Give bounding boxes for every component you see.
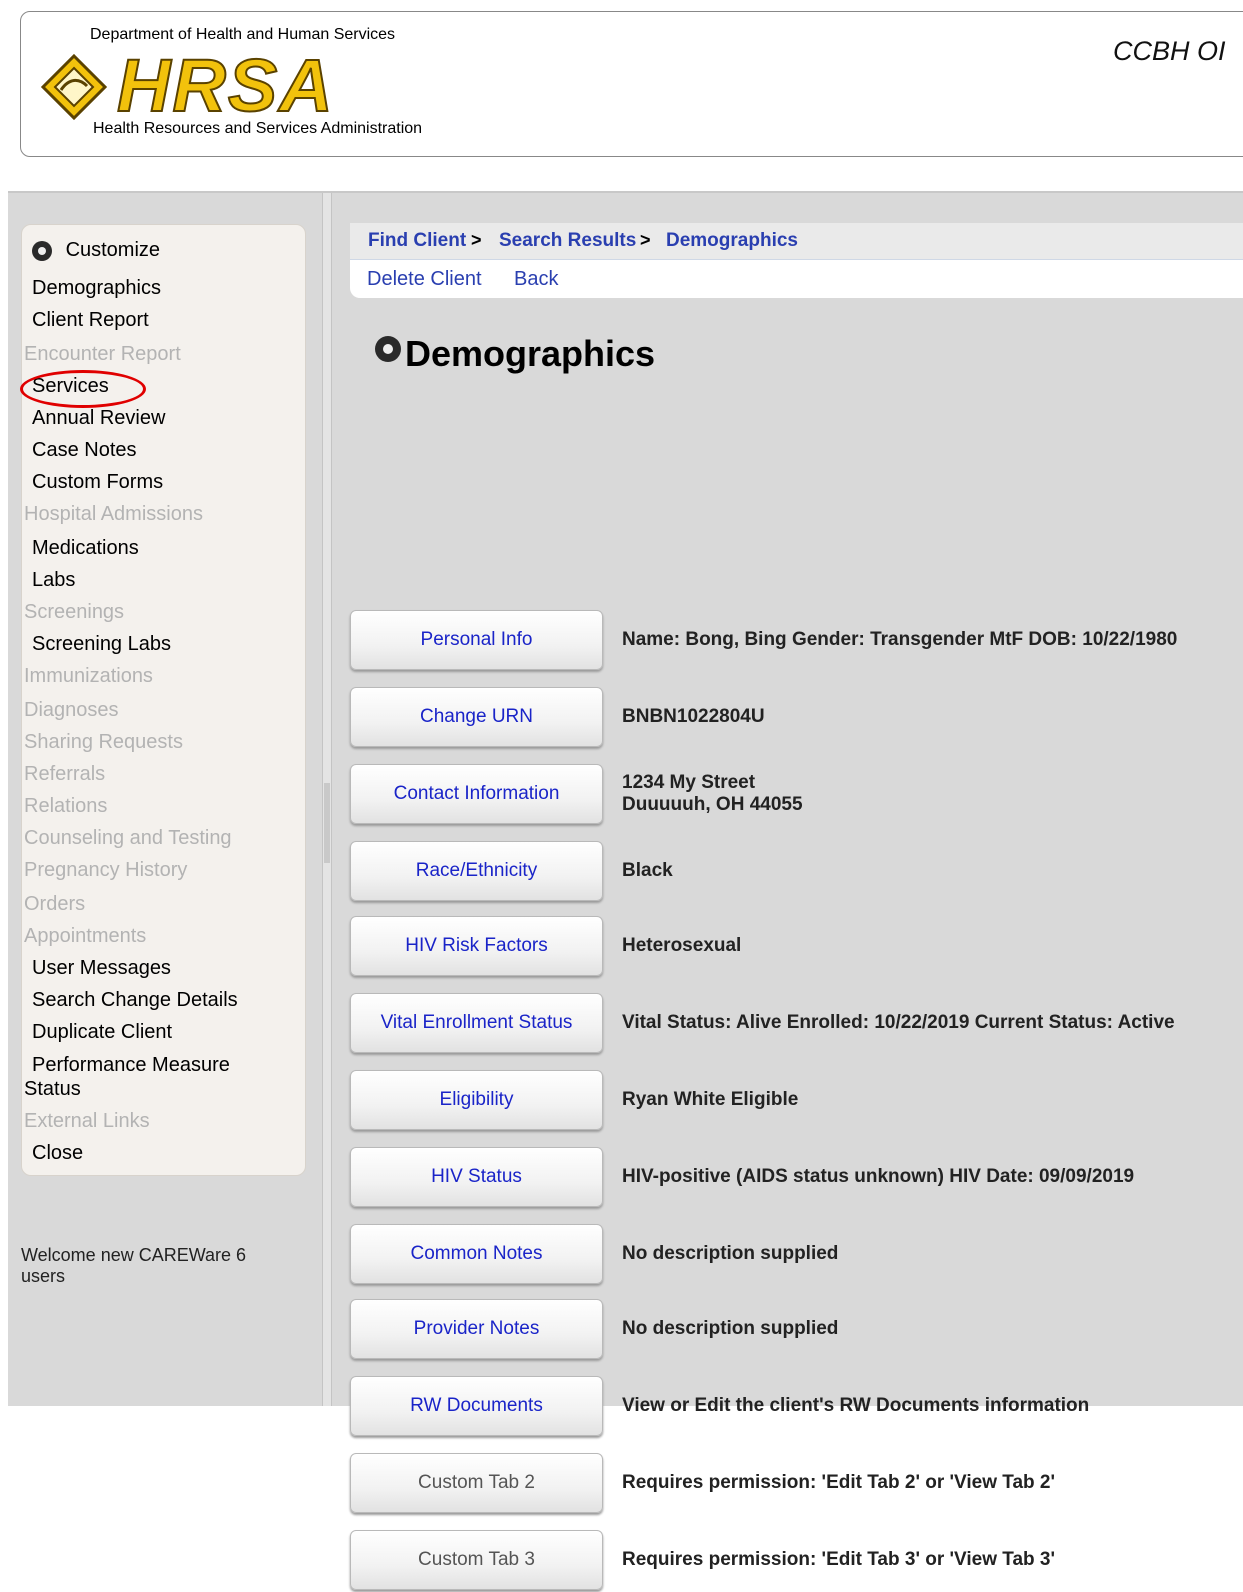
action-bar: Delete Client Back xyxy=(350,260,1243,298)
nav-demographics[interactable]: Demographics xyxy=(32,277,161,300)
nav-performance-measure-status[interactable]: Status xyxy=(24,1078,81,1101)
nav-counseling-testing: Counseling and Testing xyxy=(24,827,232,849)
custom-tab-3-button[interactable]: Custom Tab 3 xyxy=(350,1530,603,1590)
gear-icon xyxy=(375,336,401,362)
personal-info-button[interactable]: Personal Info xyxy=(350,610,603,670)
splitter-grip[interactable] xyxy=(324,783,330,863)
row-provider-notes: Provider Notes No description supplied xyxy=(350,1299,1243,1361)
nav-orders: Orders xyxy=(24,893,86,915)
nav-screening-labs[interactable]: Screening Labs xyxy=(32,633,171,656)
row-custom-tab-3: Custom Tab 3 Requires permission: 'Edit … xyxy=(350,1530,1243,1592)
nav-referrals: Referrals xyxy=(24,763,106,785)
crumb-separator: > xyxy=(640,230,651,250)
nav-labs[interactable]: Labs xyxy=(32,569,75,592)
nav-hospital-admissions: Hospital Admissions xyxy=(24,503,203,525)
nav-appointments: Appointments xyxy=(24,925,147,947)
vital-status-value: Vital Status: Alive Enrolled: 10/22/2019… xyxy=(622,1012,1175,1033)
pane-splitter[interactable] xyxy=(322,193,332,1406)
nav-case-notes[interactable]: Case Notes xyxy=(32,439,137,462)
change-urn-button[interactable]: Change URN xyxy=(350,687,603,747)
nav-immunizations: Immunizations xyxy=(24,665,153,687)
breadcrumb: Find Client > Search Results > Demograph… xyxy=(350,223,1243,260)
nav-relations: Relations xyxy=(24,795,108,817)
nav-screenings: Screenings xyxy=(24,601,125,623)
contact-information-button[interactable]: Contact Information xyxy=(350,764,603,824)
page-title: Demographics xyxy=(375,333,655,375)
nav-services[interactable]: Services xyxy=(32,375,109,398)
left-nav: Customize Demographics Client Report Enc… xyxy=(20,224,306,1176)
urn-value: BNBN1022804U xyxy=(622,706,765,727)
nav-annual-review[interactable]: Annual Review xyxy=(32,407,165,430)
common-notes-value: No description supplied xyxy=(622,1243,839,1264)
crumb-demographics[interactable]: Demographics xyxy=(666,230,798,252)
nav-duplicate-client[interactable]: Duplicate Client xyxy=(32,1021,172,1044)
nav-encounter-report: Encounter Report xyxy=(24,343,181,365)
app-title: CCBH OI xyxy=(1113,36,1226,66)
personal-info-value: Name: Bong, Bing Gender: Transgender MtF… xyxy=(622,629,1178,650)
nav-close[interactable]: Close xyxy=(32,1142,83,1165)
vital-enrollment-status-button[interactable]: Vital Enrollment Status xyxy=(350,993,603,1053)
rw-documents-button[interactable]: RW Documents xyxy=(350,1376,603,1436)
provider-notes-value: No description supplied xyxy=(622,1318,839,1339)
gear-icon xyxy=(32,240,52,261)
hrsa-logo: HRSA xyxy=(37,48,482,124)
row-hiv-status: HIV Status HIV-positive (AIDS status unk… xyxy=(350,1147,1243,1209)
race-ethnicity-button[interactable]: Race/Ethnicity xyxy=(350,841,603,901)
contact-value: 1234 My Street Duuuuuh, OH 44055 xyxy=(622,772,803,815)
nav-search-change-details[interactable]: Search Change Details xyxy=(32,989,238,1012)
provider-notes-button[interactable]: Provider Notes xyxy=(350,1299,603,1359)
back-link[interactable]: Back xyxy=(514,268,558,291)
nav-medications[interactable]: Medications xyxy=(32,537,139,560)
nav-diagnoses: Diagnoses xyxy=(24,699,119,721)
nav-pregnancy-history: Pregnancy History xyxy=(24,859,188,881)
nav-client-report[interactable]: Client Report xyxy=(32,309,149,332)
row-common-notes: Common Notes No description supplied xyxy=(350,1224,1243,1286)
nav-performance-measure[interactable]: Performance Measure xyxy=(32,1054,230,1077)
row-race-ethnicity: Race/Ethnicity Black xyxy=(350,841,1243,903)
eligibility-value: Ryan White Eligible xyxy=(622,1089,799,1110)
row-rw-documents: RW Documents View or Edit the client's R… xyxy=(350,1376,1243,1438)
hiv-status-value: HIV-positive (AIDS status unknown) HIV D… xyxy=(622,1166,1135,1187)
hiv-status-button[interactable]: HIV Status xyxy=(350,1147,603,1207)
rw-documents-value: View or Edit the client's RW Documents i… xyxy=(622,1395,1090,1416)
nav-sharing-requests: Sharing Requests xyxy=(24,731,183,753)
hhs-eagle-icon xyxy=(40,53,108,121)
row-eligibility: Eligibility Ryan White Eligible xyxy=(350,1070,1243,1132)
row-change-urn: Change URN BNBN1022804U xyxy=(350,687,1243,749)
main-frame: Customize Demographics Client Report Enc… xyxy=(8,191,1243,1590)
custom-tab-2-button[interactable]: Custom Tab 2 xyxy=(350,1453,603,1513)
dept-label: Department of Health and Human Services xyxy=(90,26,396,43)
crumb-search-results[interactable]: Search Results xyxy=(499,230,636,252)
hiv-risk-factors-button[interactable]: HIV Risk Factors xyxy=(350,916,603,976)
nav-custom-forms[interactable]: Custom Forms xyxy=(32,471,163,494)
crumb-separator: > xyxy=(471,230,482,250)
agency-subtitle: Health Resources and Services Administra… xyxy=(93,120,423,137)
custom-tab-2-value: Requires permission: 'Edit Tab 2' or 'Vi… xyxy=(622,1472,1056,1493)
welcome-link[interactable]: Welcome new CAREWare 6 users xyxy=(21,1245,281,1287)
risk-factors-value: Heterosexual xyxy=(622,935,742,956)
row-vital-enrollment-status: Vital Enrollment Status Vital Status: Al… xyxy=(350,993,1243,1055)
race-value: Black xyxy=(622,860,673,881)
common-notes-button[interactable]: Common Notes xyxy=(350,1224,603,1284)
row-hiv-risk-factors: HIV Risk Factors Heterosexual xyxy=(350,916,1243,978)
nav-customize[interactable]: Customize xyxy=(32,239,160,262)
nav-user-messages[interactable]: User Messages xyxy=(32,957,171,980)
app-header: Department of Health and Human Services … xyxy=(20,11,1243,157)
nav-external-links: External Links xyxy=(24,1110,150,1132)
custom-tab-3-value: Requires permission: 'Edit Tab 3' or 'Vi… xyxy=(622,1549,1056,1570)
row-custom-tab-2: Custom Tab 2 Requires permission: 'Edit … xyxy=(350,1453,1243,1515)
delete-client-link[interactable]: Delete Client xyxy=(367,268,482,291)
content-pane: Find Client > Search Results > Demograph… xyxy=(350,223,1243,1590)
eligibility-button[interactable]: Eligibility xyxy=(350,1070,603,1130)
row-contact-information: Contact Information 1234 My Street Duuuuu… xyxy=(350,764,1243,826)
row-personal-info: Personal Info Name: Bong, Bing Gender: T… xyxy=(350,610,1243,672)
crumb-find-client[interactable]: Find Client xyxy=(368,230,466,252)
